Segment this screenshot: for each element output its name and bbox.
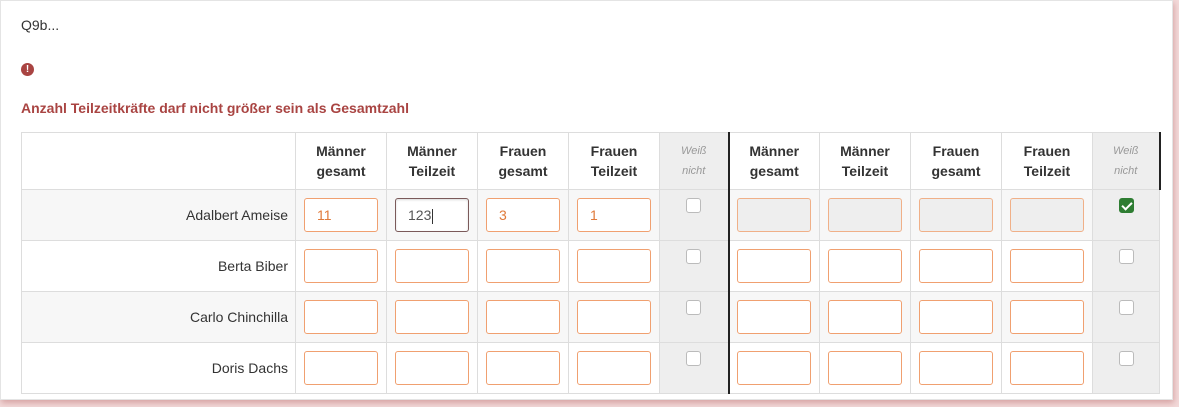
dont-know-checkbox-2[interactable] [1118, 249, 1134, 264]
table-row: Carlo Chinchilla [21, 291, 1160, 343]
men-parttime-input[interactable] [395, 351, 469, 385]
men-parttime-input-2[interactable] [828, 198, 902, 232]
dont-know-checkbox-2-checked[interactable] [1118, 198, 1134, 213]
women-total-input-2[interactable] [919, 351, 993, 385]
women-total-input-2[interactable] [919, 249, 993, 283]
women-parttime-input[interactable] [577, 351, 651, 385]
dont-know-checkbox[interactable] [686, 198, 702, 213]
men-parttime-input[interactable] [395, 300, 469, 334]
table-row: Doris Dachs [21, 342, 1160, 394]
header-dontknow-1: Weiß nicht [659, 132, 730, 190]
men-total-input-2[interactable] [737, 351, 812, 385]
women-parttime-input[interactable] [577, 300, 651, 334]
row-label: Berta Biber [21, 240, 296, 292]
header-dontknow-2: Weiß nicht [1092, 132, 1161, 190]
header-women-parttime-2: Frauen Teilzeit [1001, 132, 1093, 190]
men-total-input[interactable] [304, 249, 378, 283]
women-parttime-input-2[interactable] [1010, 300, 1084, 334]
dont-know-checkbox-2[interactable] [1118, 351, 1134, 366]
men-parttime-input-2[interactable] [828, 300, 902, 334]
men-total-input-2[interactable] [737, 198, 812, 232]
row-label: Carlo Chinchilla [21, 291, 296, 343]
men-parttime-input-2[interactable] [828, 351, 902, 385]
women-parttime-input-2[interactable] [1010, 198, 1084, 232]
row-label: Doris Dachs [21, 342, 296, 394]
matrix-table: Männer gesamt Männer Teilzeit Frauen gesamt… [21, 132, 1161, 394]
question-code: Q9b... [21, 17, 60, 33]
table-row: Adalbert Ameise 11 123 3 1 [21, 189, 1160, 241]
dont-know-checkbox[interactable] [686, 351, 702, 366]
error-message: Anzahl Teilzeitkräfte darf nicht größer … [21, 100, 409, 116]
header-women-parttime-1: Frauen Teilzeit [568, 132, 660, 190]
women-total-input-2[interactable] [919, 300, 993, 334]
women-total-input-2[interactable] [919, 198, 993, 232]
header-men-total-1: Männer gesamt [295, 132, 387, 190]
question-card: Q9b... ! Anzahl Teilzeitkräfte darf nich… [0, 0, 1173, 400]
men-total-input-2[interactable] [737, 249, 812, 283]
men-parttime-input[interactable] [395, 249, 469, 283]
header-women-total-2: Frauen gesamt [910, 132, 1002, 190]
women-total-input[interactable]: 3 [486, 198, 560, 232]
women-total-input[interactable] [486, 351, 560, 385]
women-parttime-input-2[interactable] [1010, 351, 1084, 385]
row-label: Adalbert Ameise [21, 189, 296, 241]
header-row: Männer gesamt Männer Teilzeit Frauen gesamt… [21, 132, 1161, 190]
dont-know-checkbox[interactable] [686, 249, 702, 264]
header-women-total-1: Frauen gesamt [477, 132, 569, 190]
women-parttime-input[interactable] [577, 249, 651, 283]
header-empty [21, 132, 296, 190]
women-total-input[interactable] [486, 249, 560, 283]
header-men-total-2: Männer gesamt [728, 132, 820, 190]
dont-know-checkbox-2[interactable] [1118, 300, 1134, 315]
men-parttime-input[interactable]: 123 [395, 198, 469, 232]
exclamation-circle-icon: ! [21, 63, 34, 76]
table-row: Berta Biber [21, 240, 1160, 292]
dont-know-checkbox[interactable] [686, 300, 702, 315]
header-men-parttime-1: Männer Teilzeit [386, 132, 478, 190]
men-parttime-input-2[interactable] [828, 249, 902, 283]
men-total-input-2[interactable] [737, 300, 812, 334]
men-total-input[interactable] [304, 300, 378, 334]
women-total-input[interactable] [486, 300, 560, 334]
men-total-input[interactable] [304, 351, 378, 385]
women-parttime-input[interactable]: 1 [577, 198, 651, 232]
men-total-input[interactable]: 11 [304, 198, 378, 232]
women-parttime-input-2[interactable] [1010, 249, 1084, 283]
header-men-parttime-2: Männer Teilzeit [819, 132, 911, 190]
